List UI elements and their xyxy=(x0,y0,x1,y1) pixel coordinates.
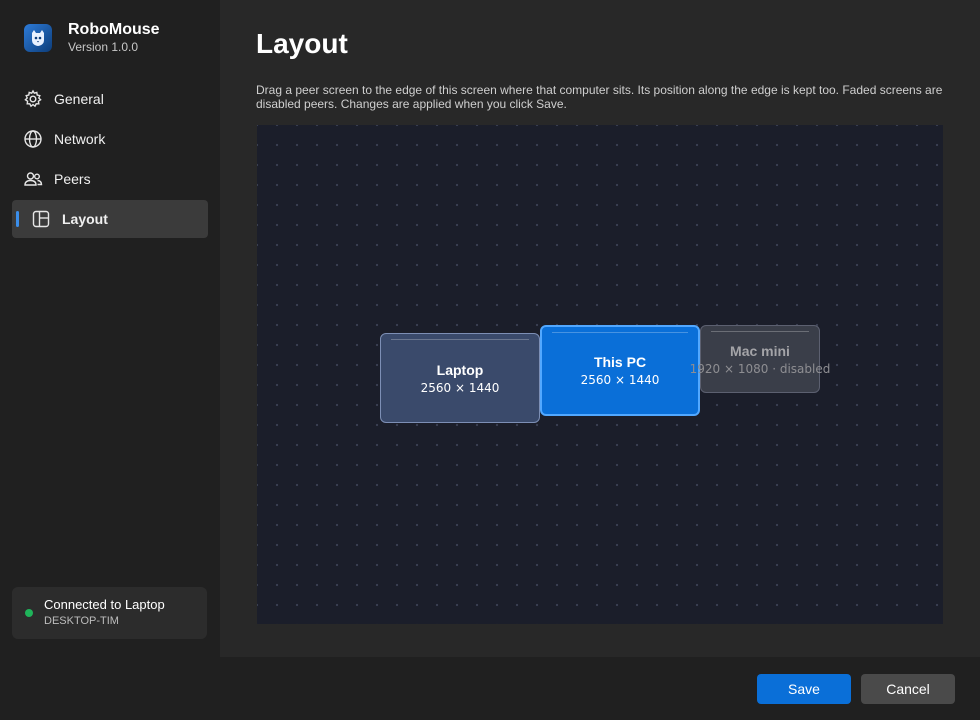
screen-resolution: 2560 × 1440 xyxy=(580,373,660,387)
screen-top-bar xyxy=(391,339,529,340)
sidebar-item-label: Network xyxy=(54,131,106,147)
layout-icon xyxy=(30,208,52,230)
screen-laptop[interactable]: Laptop 2560 × 1440 xyxy=(380,333,540,423)
sidebar: RoboMouse Version 1.0.0 General Network … xyxy=(0,0,220,720)
globe-icon xyxy=(22,128,44,150)
app-name: RoboMouse xyxy=(68,21,160,38)
screen-top-bar xyxy=(711,331,809,332)
layout-canvas[interactable]: Laptop 2560 × 1440 This PC 2560 × 1440 M… xyxy=(257,125,943,624)
app-version: Version 1.0.0 xyxy=(68,40,139,54)
screen-mac-mini[interactable]: Mac mini 1920 × 1080 · disabled xyxy=(690,325,830,393)
screen-name: Laptop xyxy=(436,362,484,378)
status-dot-icon xyxy=(25,609,33,617)
screen-name: Mac mini xyxy=(730,343,790,359)
sidebar-item-label: Peers xyxy=(54,171,91,187)
sidebar-item-label: Layout xyxy=(62,211,108,227)
gear-icon xyxy=(22,88,44,110)
status-subtitle: DESKTOP-TIM xyxy=(44,615,119,627)
people-icon xyxy=(22,168,44,190)
footer-bar: Save Cancel xyxy=(0,657,980,720)
sidebar-nav: General Network Peers Layout xyxy=(12,80,208,240)
status-title: Connected to Laptop xyxy=(44,597,165,612)
cancel-button[interactable]: Cancel xyxy=(861,674,955,704)
sidebar-item-layout[interactable]: Layout xyxy=(12,200,208,238)
screen-resolution: 1920 × 1080 · disabled xyxy=(689,362,831,376)
mouse-logo-icon xyxy=(24,23,52,52)
connection-status: Connected to Laptop DESKTOP-TIM xyxy=(12,587,207,639)
save-button[interactable]: Save xyxy=(757,674,851,704)
main-panel: Layout Drag a peer screen to the edge of… xyxy=(220,0,980,657)
screen-top-bar xyxy=(552,332,688,333)
sidebar-item-label: General xyxy=(54,91,104,107)
brand: RoboMouse Version 1.0.0 xyxy=(24,20,160,55)
sidebar-item-peers[interactable]: Peers xyxy=(12,160,208,198)
sidebar-item-general[interactable]: General xyxy=(12,80,208,118)
sidebar-item-network[interactable]: Network xyxy=(12,120,208,158)
screen-this-pc: This PC 2560 × 1440 xyxy=(540,325,700,416)
page-title: Layout xyxy=(256,28,348,59)
screen-name: This PC xyxy=(593,354,647,370)
page-description: Drag a peer screen to the edge of this s… xyxy=(256,83,943,111)
screen-resolution: 2560 × 1440 xyxy=(420,381,500,395)
